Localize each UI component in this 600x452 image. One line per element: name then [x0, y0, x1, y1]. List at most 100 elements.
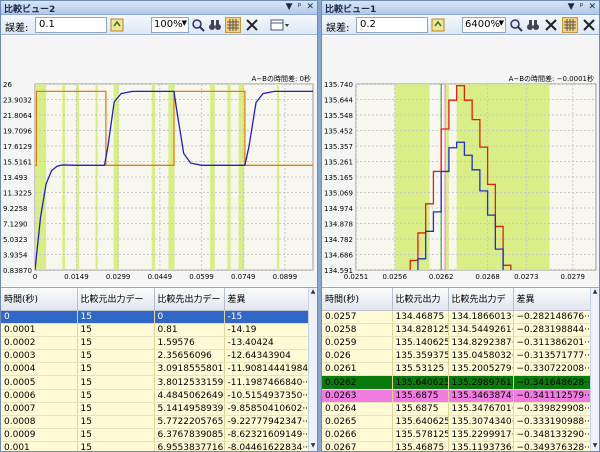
y-tick-label: 9.2258: [3, 205, 28, 213]
table-row[interactable]: 0.0263135.6875135.3463874···−0.341112579…: [322, 389, 593, 403]
toolbar: 誤差: 0.2 6400% ▼: [322, 15, 599, 35]
column-header-difference[interactable]: 差異: [513, 288, 593, 311]
apply-icon[interactable]: [109, 17, 125, 33]
table-cell: -8.62321609149···: [224, 428, 311, 443]
binoculars-icon[interactable]: [525, 17, 541, 33]
table-row[interactable]: 0.0003 15 2.35656096 -12.64343904: [1, 349, 311, 364]
binoculars-icon[interactable]: [207, 17, 223, 33]
column-header-target-output[interactable]: 比較先出力デー: [154, 288, 225, 311]
x-tick-label: 0.0749: [231, 273, 256, 281]
table-cell: 134.828125: [392, 323, 449, 337]
column-header-source-output[interactable]: 比較元出力デー: [77, 288, 155, 311]
table-cell: 4.4845062649···: [154, 389, 225, 403]
dropdown-icon[interactable]: ▼: [286, 2, 293, 12]
zoom-combo[interactable]: 100% ▼: [151, 17, 189, 33]
table-row[interactable]: 0.0008155.7722205765···-9.22777942347···: [1, 415, 311, 430]
close-icon[interactable]: ✕: [306, 2, 314, 12]
zoom-icon[interactable]: [508, 17, 524, 33]
y-tick-label: 135.644: [324, 97, 353, 105]
column-header-time[interactable]: 時間(秒): [1, 288, 78, 311]
delete-icon[interactable]: [543, 17, 559, 33]
zoom-icon[interactable]: [190, 17, 206, 33]
close-icon[interactable]: ✕: [588, 2, 596, 12]
table-row[interactable]: 0.0267135.46875135.1193736···−0.34937632…: [322, 441, 593, 451]
tolerance-input[interactable]: 0.1: [35, 17, 107, 33]
time-difference-annotation: A−Bの時間差: 0秒: [252, 74, 312, 83]
table-cell: 0.0262: [322, 375, 393, 390]
waveform-chart[interactable]: 26 23.9032 21.8064 19.7096 17.6129 15.5161 13.…: [1, 36, 318, 286]
tolerance-input[interactable]: 0.2: [356, 17, 428, 33]
column-header-source-output[interactable]: 比較元出力: [392, 288, 449, 311]
table-cell: 135.2989761···: [448, 375, 514, 390]
table-cell: 15: [77, 349, 155, 364]
table-row[interactable]: 0.0259135.140625134.8292387···−0.3113862…: [322, 336, 593, 351]
table-row[interactable]: 0.0265135.640625135.3074340···−0.3331909…: [322, 415, 593, 430]
table-cell: 1.59576: [154, 336, 225, 351]
table-row[interactable]: 0.0007155.1414958939···-9.85850410602···: [1, 402, 311, 417]
y-tick-label: 134.782: [324, 236, 353, 244]
table-row[interactable]: 0.0002 15 1.59576 -13.40424: [1, 336, 311, 351]
pin-icon[interactable]: ᵖ: [580, 2, 584, 12]
column-header-time[interactable]: 時間(秒): [322, 288, 393, 311]
chart-area[interactable]: 26 23.9032 21.8064 19.7096 17.6129 15.5161 13.…: [1, 36, 317, 286]
zoomed-waveform-chart[interactable]: 135.740 135.644 135.548 135.452 135.357 135.2…: [322, 36, 600, 286]
pane-title: 比較ビュー2: [4, 5, 56, 15]
layout-menu-icon[interactable]: [269, 17, 291, 33]
scroll-down-icon[interactable]: ▼: [309, 442, 317, 451]
table-cell: 0.0005: [1, 375, 78, 390]
x-tick-label: 0.0251: [344, 273, 369, 281]
table-cell: 135.359375: [392, 349, 449, 364]
table-row[interactable]: 0.0261135.53125135.2005279···−0.33072200…: [322, 362, 593, 377]
y-tick-label: 11.3225: [3, 190, 32, 198]
column-header-target-output[interactable]: 比較先出力デ: [448, 288, 514, 311]
table-cell: 135.2005279···: [448, 362, 514, 377]
highlight-band: [276, 84, 280, 270]
scroll-up-icon[interactable]: ▲: [309, 288, 317, 297]
y-tick-label: 135.357: [324, 143, 353, 151]
grid-icon[interactable]: [562, 17, 578, 33]
table-row[interactable]: 0.0264135.6875135.3476701···−0.339829908…: [322, 402, 593, 417]
table-row[interactable]: 0.0001 15 0.81 -14.19: [1, 323, 311, 337]
x-tick-label: 0.0449: [148, 273, 173, 281]
scroll-up-icon[interactable]: ▲: [591, 288, 599, 297]
dropdown-icon[interactable]: ▼: [568, 2, 575, 12]
table-row[interactable]: 0.0006154.4845062649···-10.5154937350···: [1, 389, 311, 403]
delete-icon[interactable]: [244, 17, 260, 33]
table-cell: −0.333190988···: [513, 415, 593, 430]
table-cell: 15: [77, 441, 155, 451]
table-row[interactable]: 0.0262135.640625135.2989761···−0.3416486…: [322, 375, 593, 390]
column-header-difference[interactable]: 差異: [224, 288, 311, 311]
table-cell: −0.313571777···: [513, 349, 593, 364]
table-cell: 0.0258: [322, 323, 393, 337]
pin-icon[interactable]: ᵖ: [298, 2, 302, 12]
apply-icon[interactable]: [430, 17, 446, 33]
table-cell: 5.7722205765···: [154, 415, 225, 430]
table-row[interactable]: 0.001156.9553837716···-8.04461622834···: [1, 441, 311, 451]
y-tick-label: 13.493: [3, 174, 28, 182]
vertical-scrollbar[interactable]: ▲ ▼: [308, 288, 317, 451]
y-tick-label: 3.9354: [3, 252, 28, 260]
table-cell: 15: [77, 428, 155, 443]
table-cell: −0.283198844···: [513, 323, 593, 337]
pane-title-bar: 比較ビュー2 ▼ ᵖ ✕: [1, 1, 317, 15]
delete-icon-2[interactable]: [581, 17, 597, 33]
table-row[interactable]: 0.0009156.3767839085···-8.62321609149···: [1, 428, 311, 443]
y-tick-label: 5.0323: [3, 236, 28, 244]
table-row[interactable]: 0.0004 15 3.09185558016 -11.90814441984: [1, 362, 311, 377]
table-row[interactable]: 0 15 0 -15: [1, 310, 311, 324]
vertical-scrollbar[interactable]: ▲ ▼: [590, 288, 599, 451]
table-row[interactable]: 0.0258134.828125134.5449261···−0.2831988…: [322, 323, 593, 337]
scroll-down-icon[interactable]: ▼: [591, 442, 599, 451]
table-row[interactable]: 0.026135.359375135.0458032···−0.31357177…: [322, 349, 593, 364]
table-cell: −0.341112579···: [513, 389, 593, 403]
table-row[interactable]: 0.0005153.8012533159···-11.1987466840···: [1, 375, 311, 390]
zoom-combo[interactable]: 6400% ▼: [462, 17, 506, 33]
table-cell: 135.3463874···: [448, 389, 514, 403]
y-tick-label: 15.5161: [3, 159, 32, 167]
table-cell: 135.640625: [392, 415, 449, 430]
table-cell: 3.09185558016: [154, 362, 225, 377]
chart-area[interactable]: 135.740 135.644 135.548 135.452 135.357 135.2…: [322, 36, 599, 286]
grid-icon[interactable]: [225, 17, 241, 33]
table-row[interactable]: 0.0257134.46875134.1866013···−0.28214867…: [322, 310, 593, 324]
table-row[interactable]: 0.0266135.578125135.2299917···−0.3481332…: [322, 428, 593, 443]
